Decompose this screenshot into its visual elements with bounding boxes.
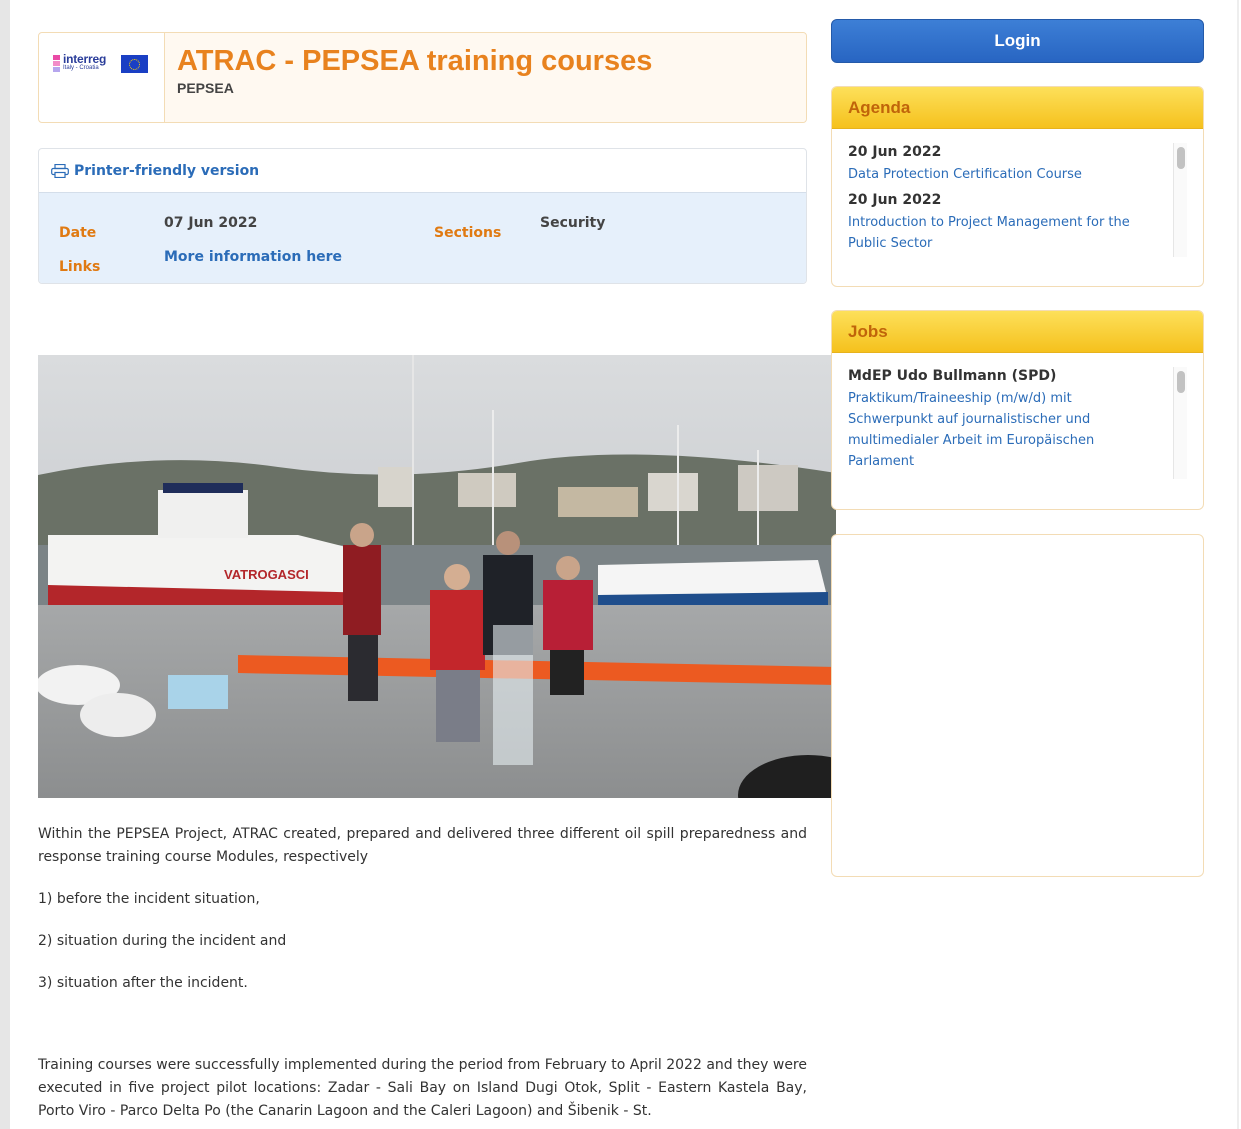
- sections-value: Security: [540, 215, 606, 231]
- list-item: 3) situation after the incident.: [38, 975, 248, 991]
- agenda-list: 20 Jun 2022 Data Protection Certificatio…: [848, 143, 1187, 257]
- article-paragraph-2: Training courses were successfully imple…: [38, 1057, 807, 1119]
- event-header: interreg Italy - Croatia ATRAC - PEPSEA …: [38, 32, 807, 123]
- agenda-title: Agenda: [832, 87, 1203, 129]
- logo-word: interreg: [63, 52, 107, 66]
- printer-label: Printer-friendly version: [74, 163, 260, 179]
- event-photo: VATROGASCI RH: [38, 355, 836, 798]
- scrollbar-thumb[interactable]: [1177, 371, 1185, 393]
- page-title: ATRAC - PEPSEA training courses: [177, 45, 653, 77]
- eu-flag-icon: [121, 55, 148, 73]
- logo-cell: interreg Italy - Croatia: [39, 33, 165, 122]
- boat-name-text: VATROGASCI: [224, 567, 309, 582]
- page-subtitle: PEPSEA: [177, 80, 234, 96]
- printer-icon: [51, 164, 69, 178]
- right-rail: [1237, 0, 1239, 1129]
- header-main: ATRAC - PEPSEA training courses PEPSEA: [165, 33, 806, 122]
- job-employer: MdEP Udo Bullmann (SPD): [848, 368, 1057, 384]
- scrollbar-thumb[interactable]: [1177, 147, 1185, 169]
- list-item: 1) before the incident situation,: [38, 891, 260, 907]
- agenda-panel: Agenda 20 Jun 2022 Data Protection Certi…: [831, 86, 1204, 287]
- login-button[interactable]: Login: [831, 19, 1204, 63]
- sections-label: Sections: [434, 225, 502, 241]
- jobs-title: Jobs: [832, 311, 1203, 353]
- jobs-panel: Jobs MdEP Udo Bullmann (SPD) Praktikum/T…: [831, 310, 1204, 510]
- meta-table: Date 07 Jun 2022 Links More information …: [39, 192, 806, 283]
- agenda-link[interactable]: Introduction to Project Management for t…: [848, 212, 1138, 254]
- event-info: Printer-friendly version Date 07 Jun 202…: [38, 148, 807, 284]
- list-item: 2) situation during the incident and: [38, 933, 287, 949]
- agenda-date: 20 Jun 2022: [848, 192, 942, 208]
- logo-sub: Italy - Croatia: [63, 65, 99, 71]
- agenda-scrollbar[interactable]: [1173, 143, 1187, 257]
- more-info-link[interactable]: More information here: [164, 249, 342, 265]
- job-link[interactable]: Praktikum/Traineeship (m/w/d) mit Schwer…: [848, 388, 1138, 472]
- photo-illustration: VATROGASCI RH: [38, 355, 836, 798]
- article-intro: Within the PEPSEA Project, ATRAC created…: [38, 826, 807, 865]
- ad-panel: [831, 534, 1204, 877]
- printer-friendly-link[interactable]: Printer-friendly version: [51, 161, 259, 181]
- left-rail: [0, 0, 10, 1129]
- date-label: Date: [59, 225, 97, 241]
- interreg-logo: interreg Italy - Croatia: [53, 52, 151, 77]
- jobs-scrollbar[interactable]: [1173, 367, 1187, 479]
- agenda-link[interactable]: Data Protection Certification Course: [848, 164, 1138, 185]
- links-label: Links: [59, 259, 101, 275]
- jobs-list: MdEP Udo Bullmann (SPD) Praktikum/Traine…: [848, 367, 1187, 479]
- agenda-date: 20 Jun 2022: [848, 144, 942, 160]
- date-value: 07 Jun 2022: [164, 215, 258, 231]
- article-body: Within the PEPSEA Project, ATRAC created…: [38, 823, 807, 1129]
